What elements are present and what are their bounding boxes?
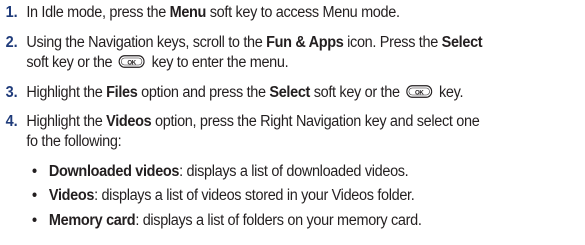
step-number: 4. — [5, 113, 18, 130]
menu-key-term: Menu — [169, 4, 207, 21]
bullet-description: : displays a list of downloaded videos. — [179, 163, 409, 180]
instruction-document: 1. In Idle mode, press the Menu soft key… — [0, 0, 550, 245]
bullet-dot: • — [31, 212, 37, 229]
select-key-term: Select — [441, 34, 483, 51]
bullet-term: Videos — [48, 187, 95, 204]
videos-term: Videos — [106, 113, 152, 130]
step-text: Using the Navigation keys, scroll to the… — [26, 34, 483, 71]
bullet-dot: • — [31, 187, 37, 204]
bullet-term: Downloaded videos — [48, 163, 180, 180]
step-text: Highlight the Files option and press the… — [26, 84, 464, 101]
ok-key-icon: OK — [118, 55, 145, 69]
ok-key-icon: OK — [406, 85, 433, 99]
svg-text:OK: OK — [415, 90, 424, 97]
step-text: In Idle mode, press the Menu soft key to… — [26, 4, 400, 21]
bullet-description: : displays a list of folders on your mem… — [135, 212, 422, 229]
bullet-term: Memory card — [48, 212, 136, 229]
step-number: 3. — [5, 84, 18, 101]
files-term: Files — [106, 84, 138, 101]
select-key-term: Select — [269, 84, 311, 101]
step-text: Highlight the Videos option, press the R… — [26, 113, 480, 150]
bullet-dot: • — [31, 163, 37, 180]
step-number: 1. — [5, 4, 18, 21]
fun-apps-term: Fun & Apps — [266, 34, 344, 51]
svg-text:OK: OK — [128, 60, 137, 67]
step-number: 2. — [5, 34, 18, 51]
bullet-description: : displays a list of videos stored in yo… — [94, 187, 415, 204]
